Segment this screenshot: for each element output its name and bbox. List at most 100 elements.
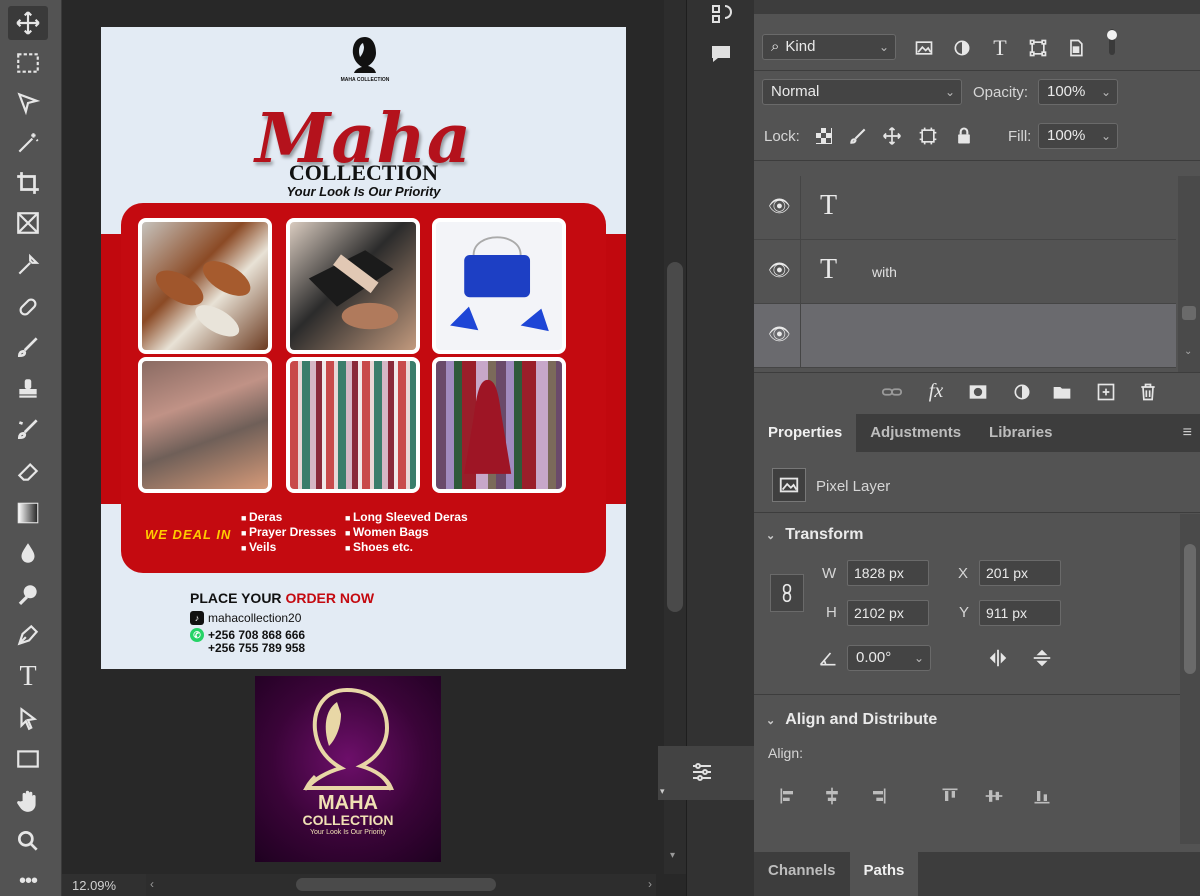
- clone-stamp-tool-icon[interactable]: [8, 372, 48, 406]
- lock-position-icon[interactable]: [880, 124, 904, 148]
- align-horizontal-center-icon[interactable]: [820, 784, 844, 808]
- flyer-subtitle: COLLECTION: [288, 160, 439, 185]
- align-bottom-icon[interactable]: [1030, 784, 1054, 808]
- tab-paths[interactable]: Paths: [849, 852, 919, 896]
- divider: [754, 694, 1200, 695]
- scrollbar-thumb[interactable]: [1182, 306, 1196, 320]
- transform-section-header[interactable]: ⌄ Transform: [766, 526, 863, 544]
- zoom-level[interactable]: 12.09%: [62, 874, 146, 896]
- lock-image-pixels-icon[interactable]: [846, 124, 870, 148]
- tab-properties[interactable]: Properties: [754, 414, 857, 452]
- align-section-header[interactable]: ⌄ Align and Distribute: [766, 711, 937, 729]
- eraser-tool-icon[interactable]: [8, 454, 48, 488]
- link-dimensions-button[interactable]: [770, 574, 804, 612]
- deal-item: Prayer Dresses: [241, 525, 336, 540]
- opacity-input[interactable]: 100% ⌄: [1038, 79, 1118, 105]
- layer-row-pixel-selected[interactable]: 👁: [754, 304, 1176, 368]
- smart-object-filter-icon[interactable]: [1064, 36, 1088, 60]
- x-field[interactable]: 201 px: [979, 560, 1061, 586]
- width-field[interactable]: 1828 px: [847, 560, 929, 586]
- align-right-icon[interactable]: [866, 784, 890, 808]
- scroll-down-icon[interactable]: ▾: [670, 850, 675, 861]
- filter-toggle-icon[interactable]: [1100, 29, 1124, 55]
- lock-artboard-icon[interactable]: [916, 124, 940, 148]
- layer-row-text[interactable]: 👁 T: [754, 176, 1176, 240]
- layers-scrollbar[interactable]: ⌄: [1178, 176, 1200, 372]
- blur-tool-icon[interactable]: [8, 536, 48, 570]
- pen-tool-icon[interactable]: [8, 618, 48, 652]
- gradient-tool-icon[interactable]: [8, 496, 48, 530]
- canvas-horizontal-scrollbar[interactable]: ‹ ›: [146, 874, 656, 896]
- visibility-eye-icon[interactable]: 👁: [768, 260, 791, 281]
- frame-tool-icon[interactable]: [8, 206, 48, 240]
- link-icon: [782, 583, 792, 603]
- healing-brush-tool-icon[interactable]: [8, 290, 48, 324]
- divider: [800, 304, 801, 368]
- height-field[interactable]: 2102 px: [847, 600, 929, 626]
- filter-kind-dropdown[interactable]: ⌕ Kind ⌄: [762, 34, 896, 60]
- flip-horizontal-icon[interactable]: [986, 646, 1010, 670]
- move-tool-icon[interactable]: [8, 6, 48, 40]
- angle-field[interactable]: 0.00° ⌄: [847, 645, 931, 671]
- tab-channels[interactable]: Channels: [754, 852, 850, 896]
- fill-input[interactable]: 100% ⌄: [1038, 123, 1118, 149]
- document-canvas[interactable]: MAHA COLLECTION Maha COLLECTION Your Loo…: [62, 0, 660, 874]
- scroll-left-icon[interactable]: ‹: [150, 877, 154, 891]
- canvas-vertical-scrollbar[interactable]: ▾: [664, 0, 686, 874]
- link-layers-icon[interactable]: [880, 380, 904, 404]
- y-field[interactable]: 911 px: [979, 600, 1061, 626]
- new-layer-icon[interactable]: [1094, 380, 1118, 404]
- type-filter-icon[interactable]: T: [988, 35, 1012, 60]
- align-vertical-center-icon[interactable]: [982, 784, 1006, 808]
- properties-scrollbar[interactable]: [1180, 514, 1200, 844]
- flyer-artboard[interactable]: MAHA COLLECTION Maha COLLECTION Your Loo…: [101, 27, 626, 669]
- align-left-icon[interactable]: [776, 784, 800, 808]
- flip-vertical-icon[interactable]: [1030, 646, 1054, 670]
- scrollbar-thumb[interactable]: [667, 262, 683, 612]
- align-top-icon[interactable]: [938, 784, 962, 808]
- collapse-arrow-icon[interactable]: ▾: [660, 786, 665, 797]
- crop-tool-icon[interactable]: [8, 166, 48, 200]
- layer-row-text[interactable]: 👁 T with: [754, 240, 1176, 304]
- tab-adjustments[interactable]: Adjustments: [856, 414, 975, 452]
- properties-toggle-button[interactable]: ▾: [658, 746, 754, 800]
- visibility-eye-icon[interactable]: 👁: [768, 196, 791, 217]
- fx-icon[interactable]: fx: [924, 379, 948, 403]
- new-group-icon[interactable]: [1050, 380, 1074, 404]
- divider: [800, 176, 801, 240]
- history-brush-tool-icon[interactable]: [8, 412, 48, 446]
- adjustment-filter-icon[interactable]: [950, 36, 974, 60]
- lock-transparent-pixels-icon[interactable]: [812, 124, 836, 148]
- visibility-eye-icon[interactable]: 👁: [768, 324, 791, 345]
- tab-libraries[interactable]: Libraries: [975, 414, 1066, 452]
- scroll-down-icon[interactable]: ⌄: [1184, 346, 1192, 357]
- more-tools-icon[interactable]: •••: [8, 864, 48, 896]
- hand-tool-icon[interactable]: [8, 784, 48, 818]
- image-filter-icon[interactable]: [912, 36, 936, 60]
- lock-all-icon[interactable]: [952, 124, 976, 148]
- brush-tool-icon[interactable]: [8, 330, 48, 364]
- scroll-right-icon[interactable]: ›: [648, 877, 652, 891]
- history-icon[interactable]: [707, 0, 735, 28]
- opacity-value: 100%: [1047, 83, 1086, 100]
- rectangle-tool-icon[interactable]: [8, 742, 48, 776]
- type-tool-icon[interactable]: T: [8, 660, 48, 694]
- eyedropper-tool-icon[interactable]: [8, 248, 48, 282]
- maha-logo-image[interactable]: MAHA COLLECTION Your Look Is Our Priorit…: [255, 676, 441, 862]
- magic-wand-tool-icon[interactable]: [8, 126, 48, 160]
- scrollbar-thumb[interactable]: [296, 878, 496, 891]
- new-adjustment-layer-icon[interactable]: [1010, 380, 1034, 404]
- panel-menu-icon[interactable]: ≡: [1183, 424, 1192, 442]
- dodge-tool-icon[interactable]: [8, 578, 48, 612]
- marquee-tool-icon[interactable]: [8, 46, 48, 80]
- add-mask-icon[interactable]: [966, 380, 990, 404]
- scrollbar-thumb[interactable]: [1184, 544, 1196, 674]
- layer-name[interactable]: with: [872, 264, 897, 280]
- delete-layer-icon[interactable]: [1136, 380, 1160, 404]
- path-select-tool-icon[interactable]: [8, 702, 48, 736]
- lasso-tool-icon[interactable]: [8, 86, 48, 120]
- zoom-tool-icon[interactable]: [8, 824, 48, 858]
- shape-filter-icon[interactable]: [1026, 36, 1050, 60]
- blend-mode-dropdown[interactable]: Normal ⌄: [762, 79, 962, 105]
- comments-icon[interactable]: [707, 40, 735, 68]
